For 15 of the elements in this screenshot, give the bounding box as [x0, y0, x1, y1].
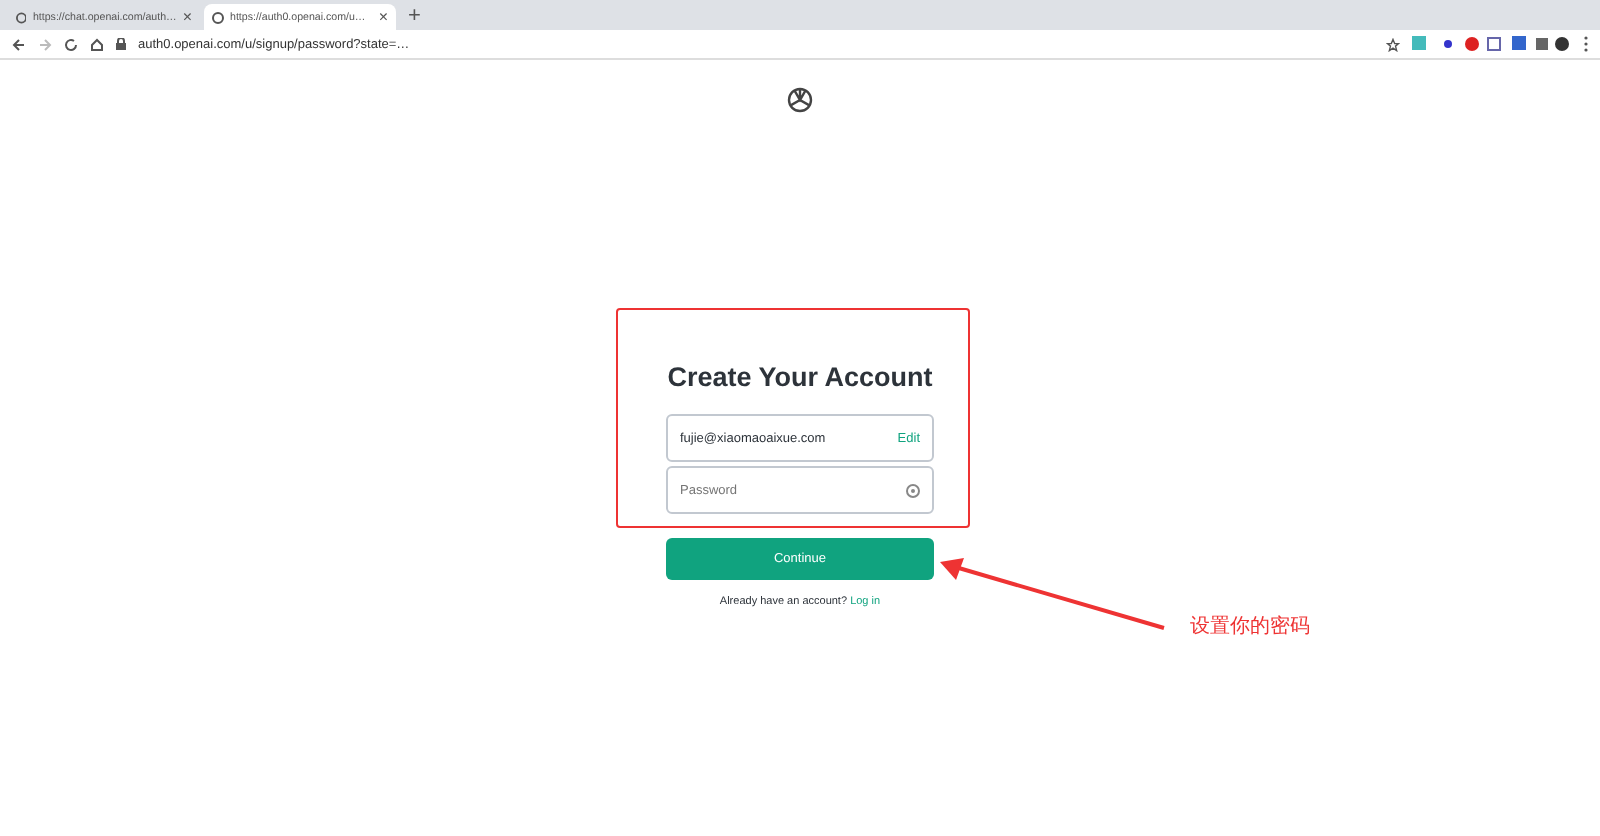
close-tab-button[interactable]: × [378, 8, 388, 26]
logo-icon [786, 86, 814, 114]
page-icon [16, 11, 27, 23]
page-title: Create Your Account [665, 362, 935, 392]
close-tab-button[interactable]: × [182, 8, 192, 26]
new-tab-button[interactable]: + [408, 3, 421, 27]
annotation-text: 设置你的密码 [1190, 613, 1310, 640]
reload-icon[interactable] [64, 37, 78, 51]
home-icon[interactable] [90, 37, 104, 51]
globe-icon [212, 11, 224, 23]
lock-icon [116, 38, 126, 50]
back-icon[interactable] [12, 37, 26, 51]
star-icon[interactable] [1386, 37, 1400, 51]
extensions-drawing[interactable] [1412, 36, 1572, 52]
eye-icon[interactable] [906, 483, 920, 497]
